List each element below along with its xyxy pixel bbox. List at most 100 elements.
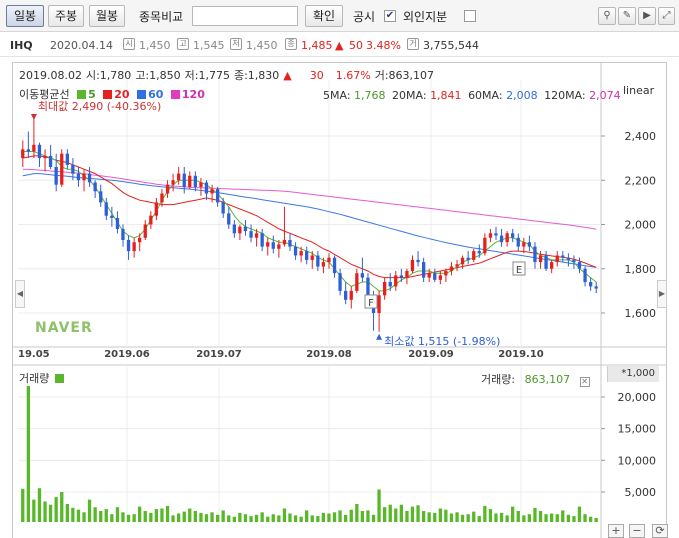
down-candle bbox=[516, 233, 520, 252]
ohlc-date: 2019.08.02 bbox=[19, 69, 82, 82]
close-volume-icon[interactable]: ✕ bbox=[579, 377, 590, 387]
volume-bar bbox=[455, 512, 459, 522]
volume-tick-label: 10,000 bbox=[618, 454, 657, 467]
ohlc-arrow: ▲ bbox=[283, 69, 292, 82]
volume-header: 거래량 bbox=[19, 370, 66, 386]
volume-bar bbox=[460, 514, 465, 522]
volume-bar bbox=[238, 512, 242, 522]
volume-bar bbox=[572, 516, 576, 522]
up-candle bbox=[43, 149, 47, 172]
candle-body bbox=[227, 213, 231, 225]
candle-body bbox=[149, 215, 153, 225]
down-candle bbox=[399, 268, 403, 283]
volume-swatch bbox=[55, 374, 65, 383]
volume-bar bbox=[522, 515, 526, 522]
volume-bar bbox=[305, 510, 309, 522]
scale-type-label[interactable]: linear bbox=[623, 84, 654, 97]
candle-body bbox=[249, 231, 253, 238]
ohlc-open: 시:1,780 bbox=[85, 69, 132, 82]
volume-bar bbox=[266, 516, 270, 522]
candle-body bbox=[377, 295, 381, 313]
down-candle bbox=[48, 144, 53, 170]
candle-body bbox=[360, 273, 364, 278]
ma60-value: 2,008 bbox=[506, 89, 538, 102]
volume-bar bbox=[82, 512, 86, 522]
candle-body bbox=[511, 233, 515, 238]
up-candle bbox=[188, 171, 192, 190]
up-candle bbox=[282, 206, 287, 247]
down-candle bbox=[249, 224, 253, 243]
candle-body bbox=[193, 175, 197, 187]
up-candle bbox=[383, 277, 387, 300]
candle-body bbox=[277, 244, 281, 249]
up-candle bbox=[327, 253, 331, 269]
volume-bar bbox=[433, 512, 437, 522]
volume-bar bbox=[505, 515, 509, 522]
zoom-out-button[interactable]: − bbox=[629, 524, 645, 538]
volume-bar bbox=[177, 513, 181, 522]
chart-grid bbox=[12, 63, 667, 538]
up-candle bbox=[550, 259, 554, 274]
candle-body bbox=[232, 224, 236, 234]
min-value-label: 최소값 1,515 (-1.98%) bbox=[384, 335, 500, 348]
candle-body bbox=[499, 235, 504, 243]
volume-bar bbox=[21, 488, 25, 522]
legend-label-120: 120 bbox=[181, 88, 205, 101]
candle-body bbox=[561, 255, 565, 258]
volume-bar bbox=[332, 512, 337, 522]
down-candle bbox=[193, 171, 197, 192]
naver-watermark: NAVER bbox=[35, 320, 93, 336]
volume-bar bbox=[589, 516, 593, 522]
candle-body bbox=[115, 217, 120, 229]
down-candle bbox=[494, 226, 498, 240]
ma120-label: 120MA: bbox=[544, 89, 586, 102]
volume-bar bbox=[388, 504, 392, 522]
down-candle bbox=[422, 257, 426, 283]
volume-bar bbox=[344, 514, 348, 522]
zoom-in-button[interactable]: + bbox=[608, 524, 624, 538]
candle-body bbox=[388, 282, 392, 287]
reset-icon[interactable]: ⟳ bbox=[652, 524, 668, 538]
candle-body bbox=[37, 144, 42, 159]
volume-bar bbox=[338, 510, 342, 522]
candle-body bbox=[260, 233, 264, 247]
candle-body bbox=[65, 153, 69, 165]
down-candle bbox=[466, 251, 470, 265]
volume-bar bbox=[349, 509, 353, 522]
volume-bar bbox=[188, 508, 192, 522]
candle-body bbox=[160, 193, 164, 203]
up-candle bbox=[143, 220, 147, 240]
date-tick-label: 19.05 bbox=[18, 349, 50, 360]
volume-bar bbox=[499, 512, 504, 522]
candle-body bbox=[26, 149, 30, 152]
volume-bar bbox=[371, 514, 376, 522]
candle-body bbox=[138, 237, 142, 243]
candle-body bbox=[87, 173, 92, 183]
down-candle bbox=[288, 233, 292, 252]
volume-bar bbox=[138, 506, 142, 522]
volume-bar bbox=[449, 513, 454, 522]
candle-body bbox=[522, 242, 526, 247]
volume-bar bbox=[511, 506, 515, 522]
volume-bar bbox=[193, 511, 197, 522]
ma20-value: 1,841 bbox=[430, 89, 462, 102]
volume-bar bbox=[199, 512, 203, 522]
volume-bar bbox=[422, 511, 426, 522]
volume-bar bbox=[550, 513, 554, 522]
candle-body bbox=[76, 173, 81, 181]
volume-bar bbox=[93, 507, 97, 522]
candle-body bbox=[416, 259, 420, 263]
candle-body bbox=[54, 167, 58, 185]
down-candle bbox=[182, 166, 186, 194]
volume-bar bbox=[466, 514, 470, 522]
candle-body bbox=[355, 273, 359, 291]
candle-body bbox=[182, 173, 186, 187]
volume-bar bbox=[182, 511, 186, 522]
candle-body bbox=[477, 251, 481, 254]
down-candle bbox=[332, 255, 337, 278]
up-candle bbox=[177, 166, 181, 185]
volume-bar bbox=[293, 515, 298, 522]
down-candle bbox=[527, 235, 531, 252]
candle-body bbox=[104, 202, 108, 216]
ohlc-volume: 거:863,107 bbox=[374, 69, 435, 82]
